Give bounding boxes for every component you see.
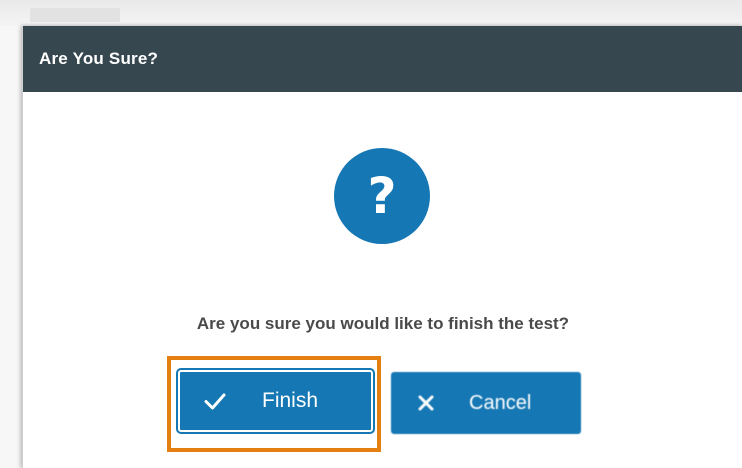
- close-icon: [391, 393, 461, 413]
- question-glyph: ?: [367, 167, 397, 225]
- finish-button-label: Finish: [262, 389, 319, 412]
- background-page: [0, 0, 742, 26]
- cancel-button-label: Cancel: [469, 391, 532, 414]
- cancel-button[interactable]: Cancel: [391, 372, 581, 434]
- question-icon: ?: [334, 148, 430, 244]
- confirm-dialog: Are You Sure? ? Are you sure you would l…: [22, 26, 742, 468]
- dialog-title: Are You Sure?: [39, 49, 159, 68]
- background-tab: [30, 8, 120, 22]
- check-icon: [180, 388, 250, 414]
- finish-button[interactable]: Finish: [176, 368, 375, 434]
- dialog-message: Are you sure you would like to finish th…: [196, 314, 570, 333]
- dialog-titlebar: Are You Sure?: [23, 26, 742, 92]
